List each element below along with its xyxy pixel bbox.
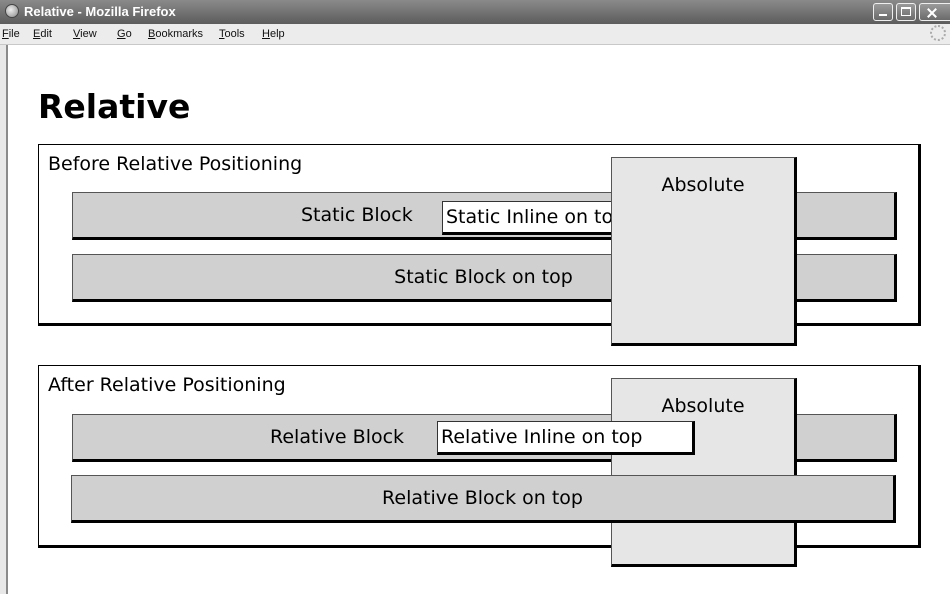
maximize-button[interactable] [896, 3, 916, 21]
page-heading: Relative [38, 87, 191, 126]
menu-help[interactable]: Help [262, 28, 285, 40]
minimize-button[interactable] [873, 3, 893, 21]
page-content: Relative Before Relative Positioning Sta… [6, 45, 950, 594]
menu-bookmarks[interactable]: Bookmarks [148, 28, 203, 40]
menu-file[interactable]: File [2, 28, 20, 40]
close-button[interactable] [919, 3, 950, 21]
menu-view[interactable]: View [73, 28, 97, 40]
browser-window: Relative - Mozilla Firefox File Edit Vie… [0, 0, 950, 594]
throbber-icon [930, 25, 946, 41]
window-title: Relative - Mozilla Firefox [24, 4, 176, 19]
section-label: Before Relative Positioning [48, 153, 303, 175]
menu-edit[interactable]: Edit [33, 28, 52, 40]
relative-inline: Relative Inline on top [437, 421, 695, 455]
relative-block-on-top: Relative Block on top [71, 475, 896, 523]
relative-block-label: Relative Block [270, 426, 405, 448]
section-label: After Relative Positioning [48, 374, 286, 396]
firefox-icon [5, 4, 19, 18]
menu-bar: File Edit View Go Bookmarks Tools Help [0, 24, 950, 45]
absolute-box-before: Absolute [611, 157, 797, 346]
menu-tools[interactable]: Tools [219, 28, 245, 40]
title-bar[interactable]: Relative - Mozilla Firefox [0, 0, 950, 24]
menu-go[interactable]: Go [117, 28, 132, 40]
absolute-box-after: Absolute [611, 378, 797, 567]
static-block-label: Static Block [301, 204, 413, 226]
